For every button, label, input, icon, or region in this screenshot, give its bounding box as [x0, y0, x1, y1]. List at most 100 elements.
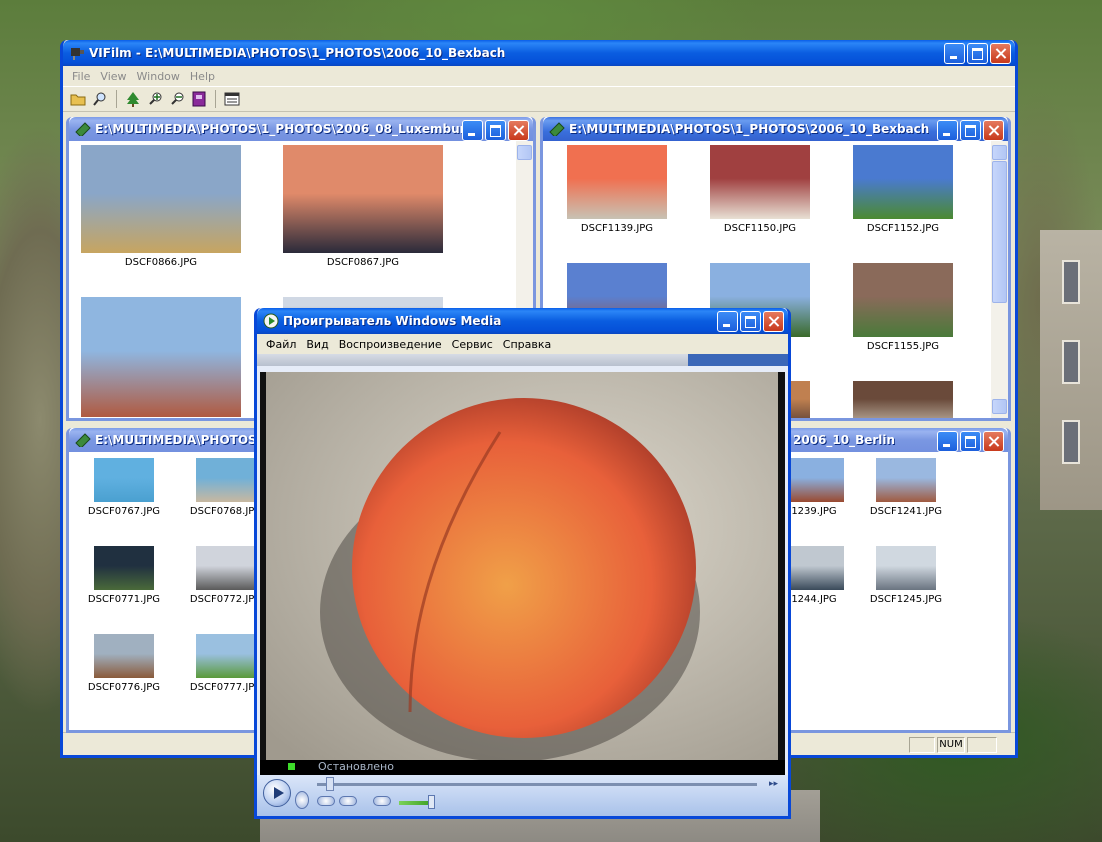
third-window-title: E:\MULTIMEDIA\PHOTOS\1: [95, 433, 270, 447]
thumbnail[interactable]: DSCF1139.JPG: [557, 145, 677, 234]
video-display[interactable]: [260, 372, 785, 760]
main-close-button[interactable]: [990, 43, 1011, 64]
luxemburg-minimize-button[interactable]: [462, 120, 483, 141]
find-icon[interactable]: [91, 90, 109, 108]
thumbnail-image: [283, 145, 443, 253]
bexbach-window-title: E:\MULTIMEDIA\PHOTOS\1_PHOTOS\2006_10_Be…: [569, 122, 930, 136]
play-button[interactable]: [263, 779, 291, 807]
main-window-title: VIFilm - E:\MULTIMEDIA\PHOTOS\1_PHOTOS\2…: [89, 46, 506, 60]
berlin-close-button[interactable]: [983, 431, 1004, 452]
bexbach-scrollbar[interactable]: [991, 141, 1008, 418]
thumbnail[interactable]: DSCF1150.JPG: [700, 145, 820, 234]
thumbnail-image: [876, 458, 936, 502]
luxemburg-maximize-button[interactable]: [485, 120, 506, 141]
main-menu-bar: File View Window Help: [63, 66, 1015, 86]
wmp-menu-tools[interactable]: Сервис: [447, 338, 498, 351]
bexbach-title-bar[interactable]: E:\MULTIMEDIA\PHOTOS\1_PHOTOS\2006_10_Be…: [543, 117, 1008, 141]
open-folder-icon[interactable]: [69, 90, 87, 108]
wmp-menu-view[interactable]: Вид: [301, 338, 333, 351]
berlin-minimize-button[interactable]: [937, 431, 958, 452]
status-cell-empty: [909, 737, 935, 753]
thumbnail-caption: DSCF1139.JPG: [580, 223, 654, 234]
stop-button[interactable]: [295, 791, 309, 809]
thumbnail-image: [196, 634, 256, 678]
windows-media-player-window: Проигрыватель Windows Media Файл Вид Вос…: [254, 308, 791, 819]
thumbnail-caption: DSCF0767.JPG: [87, 506, 161, 517]
thumbnail-image: [196, 458, 256, 502]
thumbnail[interactable]: DSCF0776.JPG: [77, 634, 171, 693]
thumbnail[interactable]: DSCF1241.JPG: [859, 458, 953, 517]
fast-forward-icon[interactable]: ▸▸: [769, 779, 778, 789]
thumbnail[interactable]: DSCF1155.JPG: [843, 263, 963, 352]
luxemburg-close-button[interactable]: [508, 120, 529, 141]
status-num-indicator: NUM: [937, 737, 965, 753]
thumbnail-caption: DSCF1155.JPG: [866, 341, 940, 352]
bexbach-minimize-button[interactable]: [937, 120, 958, 141]
thumbnail-image: [853, 263, 953, 337]
wmp-close-button[interactable]: [763, 311, 784, 332]
status-cell-empty: [967, 737, 997, 753]
zoom-out-icon[interactable]: [168, 90, 186, 108]
thumbnail-image: [784, 546, 844, 590]
next-button[interactable]: [339, 796, 357, 806]
main-toolbar: [63, 86, 1015, 112]
thumbnail-image: [94, 634, 154, 678]
thumbnail-image: [94, 546, 154, 590]
thumbnail-image: [567, 145, 667, 219]
scroll-thumb[interactable]: [992, 161, 1007, 303]
menu-help[interactable]: Help: [185, 70, 220, 83]
wmp-menu-help[interactable]: Справка: [498, 338, 556, 351]
thumbnail-image: [853, 381, 953, 418]
book-icon[interactable]: [190, 90, 208, 108]
thumbnail[interactable]: DSCF1245.JPG: [859, 546, 953, 605]
wmp-mode-buttons[interactable]: [688, 354, 788, 366]
thumbnail[interactable]: DSCF1152.JPG: [843, 145, 963, 234]
wmp-title-bar[interactable]: Проигрыватель Windows Media: [257, 308, 788, 334]
seek-knob[interactable]: [326, 777, 334, 791]
thumbnail-image: [876, 546, 936, 590]
seek-bar[interactable]: [317, 783, 757, 786]
wmp-menu-bar: Файл Вид Воспроизведение Сервис Справка: [257, 334, 788, 354]
thumbnail[interactable]: DSCF0866.JPG: [81, 145, 241, 268]
bexbach-close-button[interactable]: [983, 120, 1004, 141]
wmp-menu-play[interactable]: Воспроизведение: [334, 338, 447, 351]
thumbnail-image: [94, 458, 154, 502]
main-maximize-button[interactable]: [967, 43, 988, 64]
toolbar-separator: [215, 90, 216, 108]
wmp-status-text: Остановлено: [318, 760, 394, 773]
berlin-maximize-button[interactable]: [960, 431, 981, 452]
bexbach-maximize-button[interactable]: [960, 120, 981, 141]
previous-button[interactable]: [317, 796, 335, 806]
status-led-icon: [288, 763, 295, 770]
thumbnail-image: [853, 145, 953, 219]
thumbnail-caption: DSCF1152.JPG: [866, 223, 940, 234]
scroll-up-arrow[interactable]: [517, 145, 532, 160]
main-minimize-button[interactable]: [944, 43, 965, 64]
thumbnail[interactable]: [81, 297, 241, 417]
scroll-down-arrow[interactable]: [992, 399, 1007, 414]
peach-image: [266, 372, 778, 760]
wmp-maximize-button[interactable]: [740, 311, 761, 332]
wmp-controls: ▸▸: [257, 775, 788, 816]
luxemburg-window-title: E:\MULTIMEDIA\PHOTOS\1_PHOTOS\2006_08_Lu…: [95, 122, 475, 136]
thumbnail[interactable]: DSCF0867.JPG: [283, 145, 443, 268]
thumbnail[interactable]: DSCF0767.JPG: [77, 458, 171, 517]
scroll-up-arrow[interactable]: [992, 145, 1007, 160]
menu-file[interactable]: File: [67, 70, 95, 83]
thumbnail-image: [196, 546, 256, 590]
window-list-icon[interactable]: [223, 90, 241, 108]
wmp-menu-file[interactable]: Файл: [261, 338, 301, 351]
volume-knob[interactable]: [428, 795, 435, 809]
menu-window[interactable]: Window: [132, 70, 185, 83]
mute-button[interactable]: [373, 796, 391, 806]
main-title-bar[interactable]: VIFilm - E:\MULTIMEDIA\PHOTOS\1_PHOTOS\2…: [63, 40, 1015, 66]
menu-view[interactable]: View: [95, 70, 131, 83]
zoom-in-icon[interactable]: [146, 90, 164, 108]
thumbnail[interactable]: DSCF0771.JPG: [77, 546, 171, 605]
thumbnail-caption: DSCF0866.JPG: [124, 257, 198, 268]
thumbnail[interactable]: [843, 381, 963, 418]
tree-icon[interactable]: [124, 90, 142, 108]
luxemburg-title-bar[interactable]: E:\MULTIMEDIA\PHOTOS\1_PHOTOS\2006_08_Lu…: [69, 117, 533, 141]
media-player-icon: [263, 313, 279, 329]
wmp-minimize-button[interactable]: [717, 311, 738, 332]
